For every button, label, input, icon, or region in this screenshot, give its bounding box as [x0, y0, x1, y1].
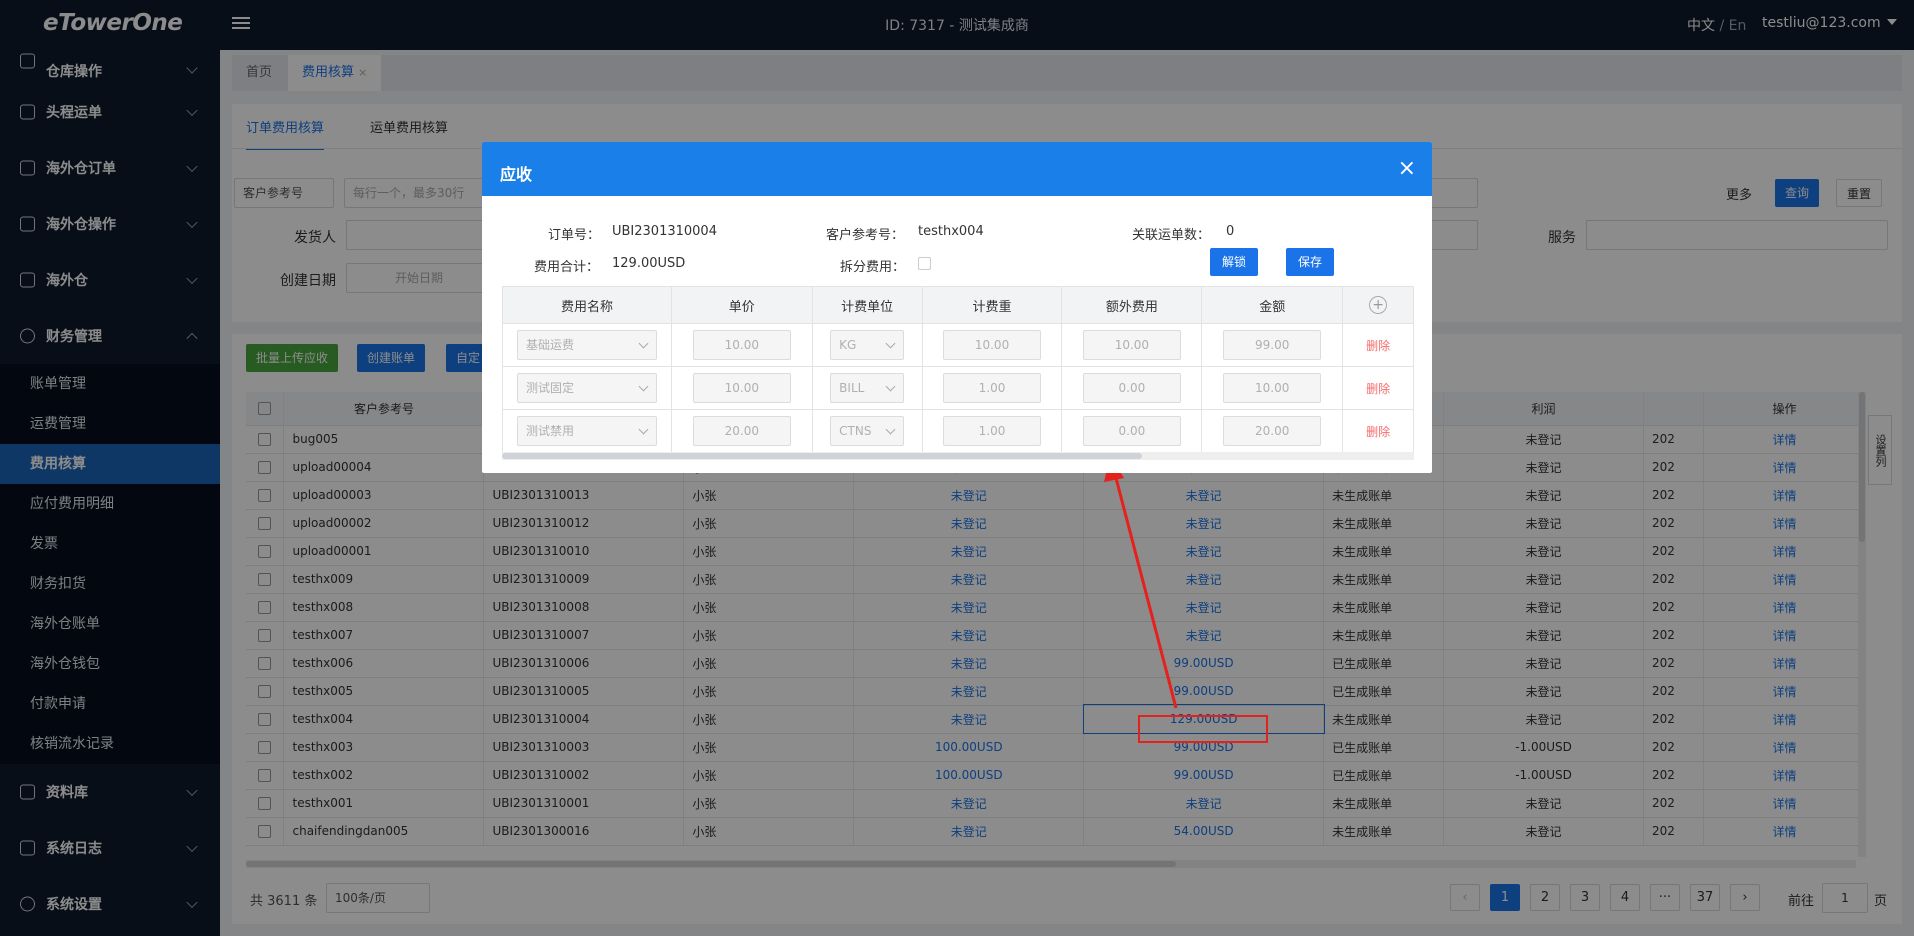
fee-cell: 10.00 — [1061, 323, 1203, 367]
charge-unit-select[interactable]: KG — [830, 330, 905, 360]
dialog-header: 应收 × — [482, 142, 1432, 196]
fee-cell: 1.00 — [921, 366, 1063, 410]
col-charge-unit: 计费单位 — [811, 286, 923, 324]
charge-unit-select[interactable]: CTNS — [830, 416, 905, 446]
fee-row: 基础运费 10.00 KG 10.00 10.00 99.00 删除 — [502, 323, 1414, 367]
fee-name-select[interactable]: 测试固定 — [516, 373, 657, 403]
unit-price-input[interactable]: 10.00 — [692, 373, 791, 403]
fee-cell: 0.00 — [1061, 409, 1203, 453]
fee-cell: 20.00 — [1201, 409, 1344, 453]
receivable-dialog: 应收 × 订单号： UBI2301310004 客户参考号： testhx004… — [482, 142, 1432, 473]
fee-cell: 测试禁用 — [502, 409, 672, 453]
order-no-label: 订单号： — [548, 228, 601, 243]
amount-input[interactable]: 10.00 — [1223, 373, 1322, 403]
fee-cell: CTNS — [811, 409, 923, 453]
fee-row: 测试禁用 20.00 CTNS 1.00 0.00 20.00 删除 — [502, 409, 1414, 453]
charge-weight-input[interactable]: 1.00 — [943, 373, 1042, 403]
linked-value: 0 — [1226, 224, 1235, 239]
unit-price-input[interactable]: 20.00 — [692, 416, 791, 446]
charge-unit-select[interactable]: BILL — [830, 373, 905, 403]
fee-cell: 删除 — [1342, 366, 1414, 410]
fee-cell: 99.00 — [1201, 323, 1344, 367]
fee-cell: 10.00 — [670, 366, 813, 410]
fee-cell: 0.00 — [1061, 366, 1203, 410]
save-button[interactable]: 保存 — [1286, 248, 1335, 276]
extra-fee-input[interactable]: 0.00 — [1082, 416, 1181, 446]
unit-price-input[interactable]: 10.00 — [692, 330, 791, 360]
highlight-box — [1138, 715, 1268, 743]
amount-input[interactable]: 20.00 — [1223, 416, 1322, 446]
col-extra-fee: 额外费用 — [1061, 286, 1203, 324]
total-value: 129.00USD — [612, 256, 686, 271]
fee-cell: 10.00 — [921, 323, 1063, 367]
fee-cell: 1.00 — [921, 409, 1063, 453]
fee-cell: 基础运费 — [502, 323, 672, 367]
fee-name-select[interactable]: 基础运费 — [516, 330, 657, 360]
dialog-title: 应收 — [500, 165, 533, 184]
fee-cell: KG — [811, 323, 923, 367]
charge-weight-input[interactable]: 1.00 — [943, 416, 1042, 446]
fee-name-select[interactable]: 测试禁用 — [516, 416, 657, 446]
fee-table-scrollbar[interactable] — [502, 452, 1414, 460]
fee-cell: 删除 — [1342, 323, 1414, 367]
ref-label: 客户参考号： — [826, 228, 905, 243]
add-row-cell: + — [1342, 286, 1414, 324]
add-circle-icon[interactable]: + — [1369, 296, 1388, 314]
delete-link[interactable]: 删除 — [1366, 339, 1390, 353]
fee-cell: 10.00 — [1201, 366, 1344, 410]
col-amount: 金额 — [1201, 286, 1344, 324]
fee-cell: 10.00 — [670, 323, 813, 367]
linked-label: 关联运单数： — [1132, 228, 1211, 243]
col-unit-price: 单价 — [670, 286, 813, 324]
fee-cell: 删除 — [1342, 409, 1414, 453]
extra-fee-input[interactable]: 0.00 — [1082, 373, 1181, 403]
unlock-button[interactable]: 解锁 — [1210, 248, 1259, 276]
delete-link[interactable]: 删除 — [1366, 382, 1390, 396]
fee-table: 费用名称 单价 计费单位 计费重 额外费用 金额 + 基础运费 10.00 KG 10… — [502, 286, 1414, 453]
amount-input[interactable]: 99.00 — [1223, 330, 1322, 360]
charge-weight-input[interactable]: 10.00 — [943, 330, 1042, 360]
total-label: 费用合计： — [534, 260, 600, 275]
fee-cell: BILL — [811, 366, 923, 410]
col-charge-weight: 计费重 — [921, 286, 1063, 324]
fee-cell: 20.00 — [670, 409, 813, 453]
delete-link[interactable]: 删除 — [1366, 425, 1390, 439]
split-checkbox[interactable] — [918, 257, 931, 270]
fee-row: 测试固定 10.00 BILL 1.00 0.00 10.00 删除 — [502, 366, 1414, 410]
fee-cell: 测试固定 — [502, 366, 672, 410]
col-fee-name: 费用名称 — [502, 286, 672, 324]
close-icon[interactable]: × — [1398, 156, 1416, 181]
order-no: UBI2301310004 — [612, 224, 717, 239]
extra-fee-input[interactable]: 10.00 — [1082, 330, 1181, 360]
scroll-thumb[interactable] — [502, 453, 1142, 459]
split-label: 拆分费用： — [840, 260, 906, 275]
ref-value: testhx004 — [918, 224, 984, 239]
